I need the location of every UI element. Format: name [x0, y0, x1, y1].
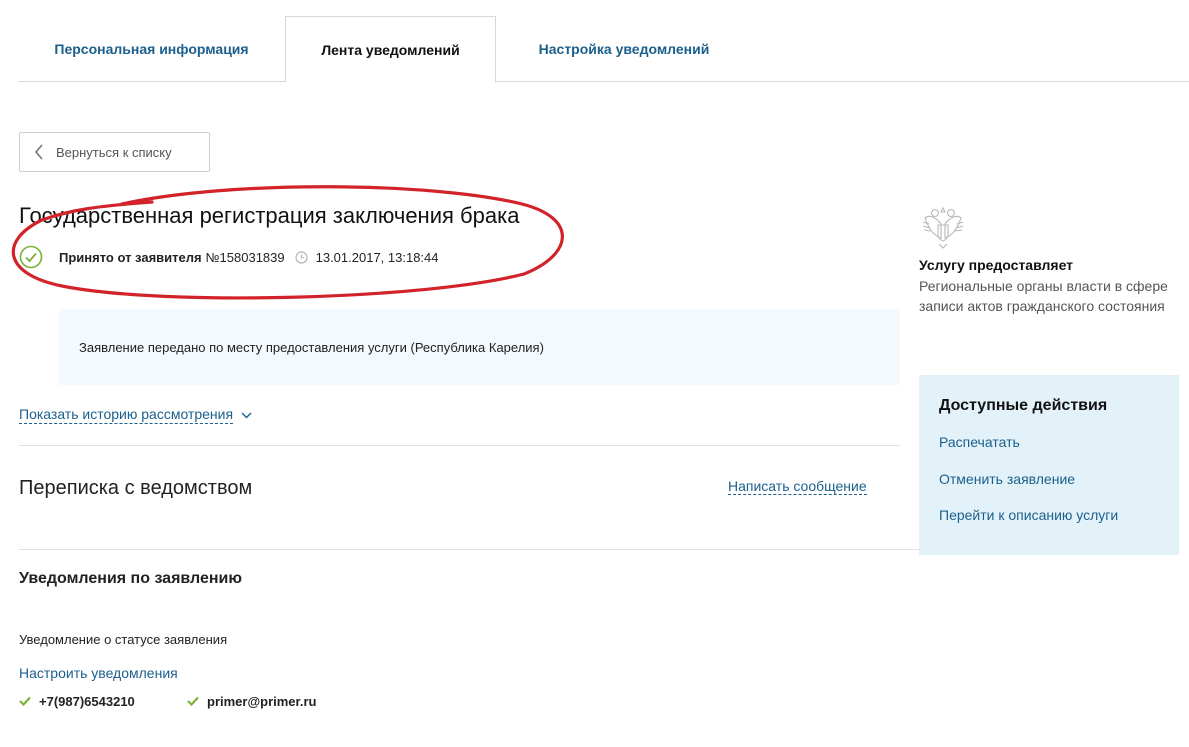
back-button-label: Вернуться к списку	[56, 144, 172, 160]
write-message-link[interactable]: Написать сообщение	[728, 478, 867, 495]
check-icon	[187, 696, 199, 706]
status-message: Заявление передано по месту предоставлен…	[79, 339, 544, 355]
check-circle-icon	[19, 245, 43, 269]
check-icon	[19, 696, 31, 706]
notifications-title: Уведомления по заявлению	[19, 570, 243, 587]
tab-personal-info[interactable]: Персональная информация	[18, 16, 285, 82]
page-title: Государственная регистрация заключения б…	[19, 203, 520, 228]
notifications-subtitle: Уведомление о статусе заявления	[19, 632, 228, 647]
contact-email-value: primer@primer.ru	[207, 693, 317, 709]
available-actions-panel: Доступные действия Распечатать Отменить …	[919, 375, 1179, 555]
contact-phone: +7(987)6543210	[19, 692, 135, 710]
chevron-left-icon	[34, 144, 43, 160]
divider	[19, 445, 900, 446]
contact-email: primer@primer.ru	[187, 692, 317, 710]
provider-label: Услугу предоставляет	[919, 257, 1074, 273]
tab-notification-settings[interactable]: Настройка уведомлений	[496, 16, 752, 82]
status-datetime: 13.01.2017, 13:18:44	[315, 249, 439, 265]
correspondence-title: Переписка с ведомством	[19, 477, 253, 499]
show-history-link[interactable]: Показать историю рассмотрения	[19, 406, 252, 424]
print-link[interactable]: Распечатать	[939, 434, 1159, 471]
status-label: Принято от заявителя	[59, 249, 202, 265]
service-description-link[interactable]: Перейти к описанию услуги	[939, 507, 1159, 544]
show-history-label: Показать историю рассмотрения	[19, 406, 234, 424]
application-status: Принято от заявителя №158031839 13.01.20…	[19, 243, 439, 271]
coat-of-arms-icon	[922, 206, 964, 249]
clock-icon	[295, 250, 308, 264]
application-number: №158031839	[205, 249, 285, 265]
configure-notifications-link[interactable]: Настроить уведомления	[19, 665, 178, 681]
tab-bar: Персональная информация Лента уведомлени…	[18, 16, 1189, 83]
tab-notification-feed[interactable]: Лента уведомлений	[285, 16, 496, 83]
provider-name: Региональные органы власти в сфере запис…	[919, 278, 1168, 314]
cancel-application-link[interactable]: Отменить заявление	[939, 471, 1159, 508]
status-message-box: Заявление передано по месту предоставлен…	[59, 309, 900, 385]
page: Персональная информация Лента уведомлени…	[0, 0, 1189, 747]
divider	[19, 549, 919, 550]
contact-phone-value: +7(987)6543210	[39, 693, 135, 709]
back-to-list-button[interactable]: Вернуться к списку	[19, 132, 210, 172]
chevron-down-icon	[241, 412, 252, 418]
actions-title: Доступные действия	[939, 397, 1108, 414]
